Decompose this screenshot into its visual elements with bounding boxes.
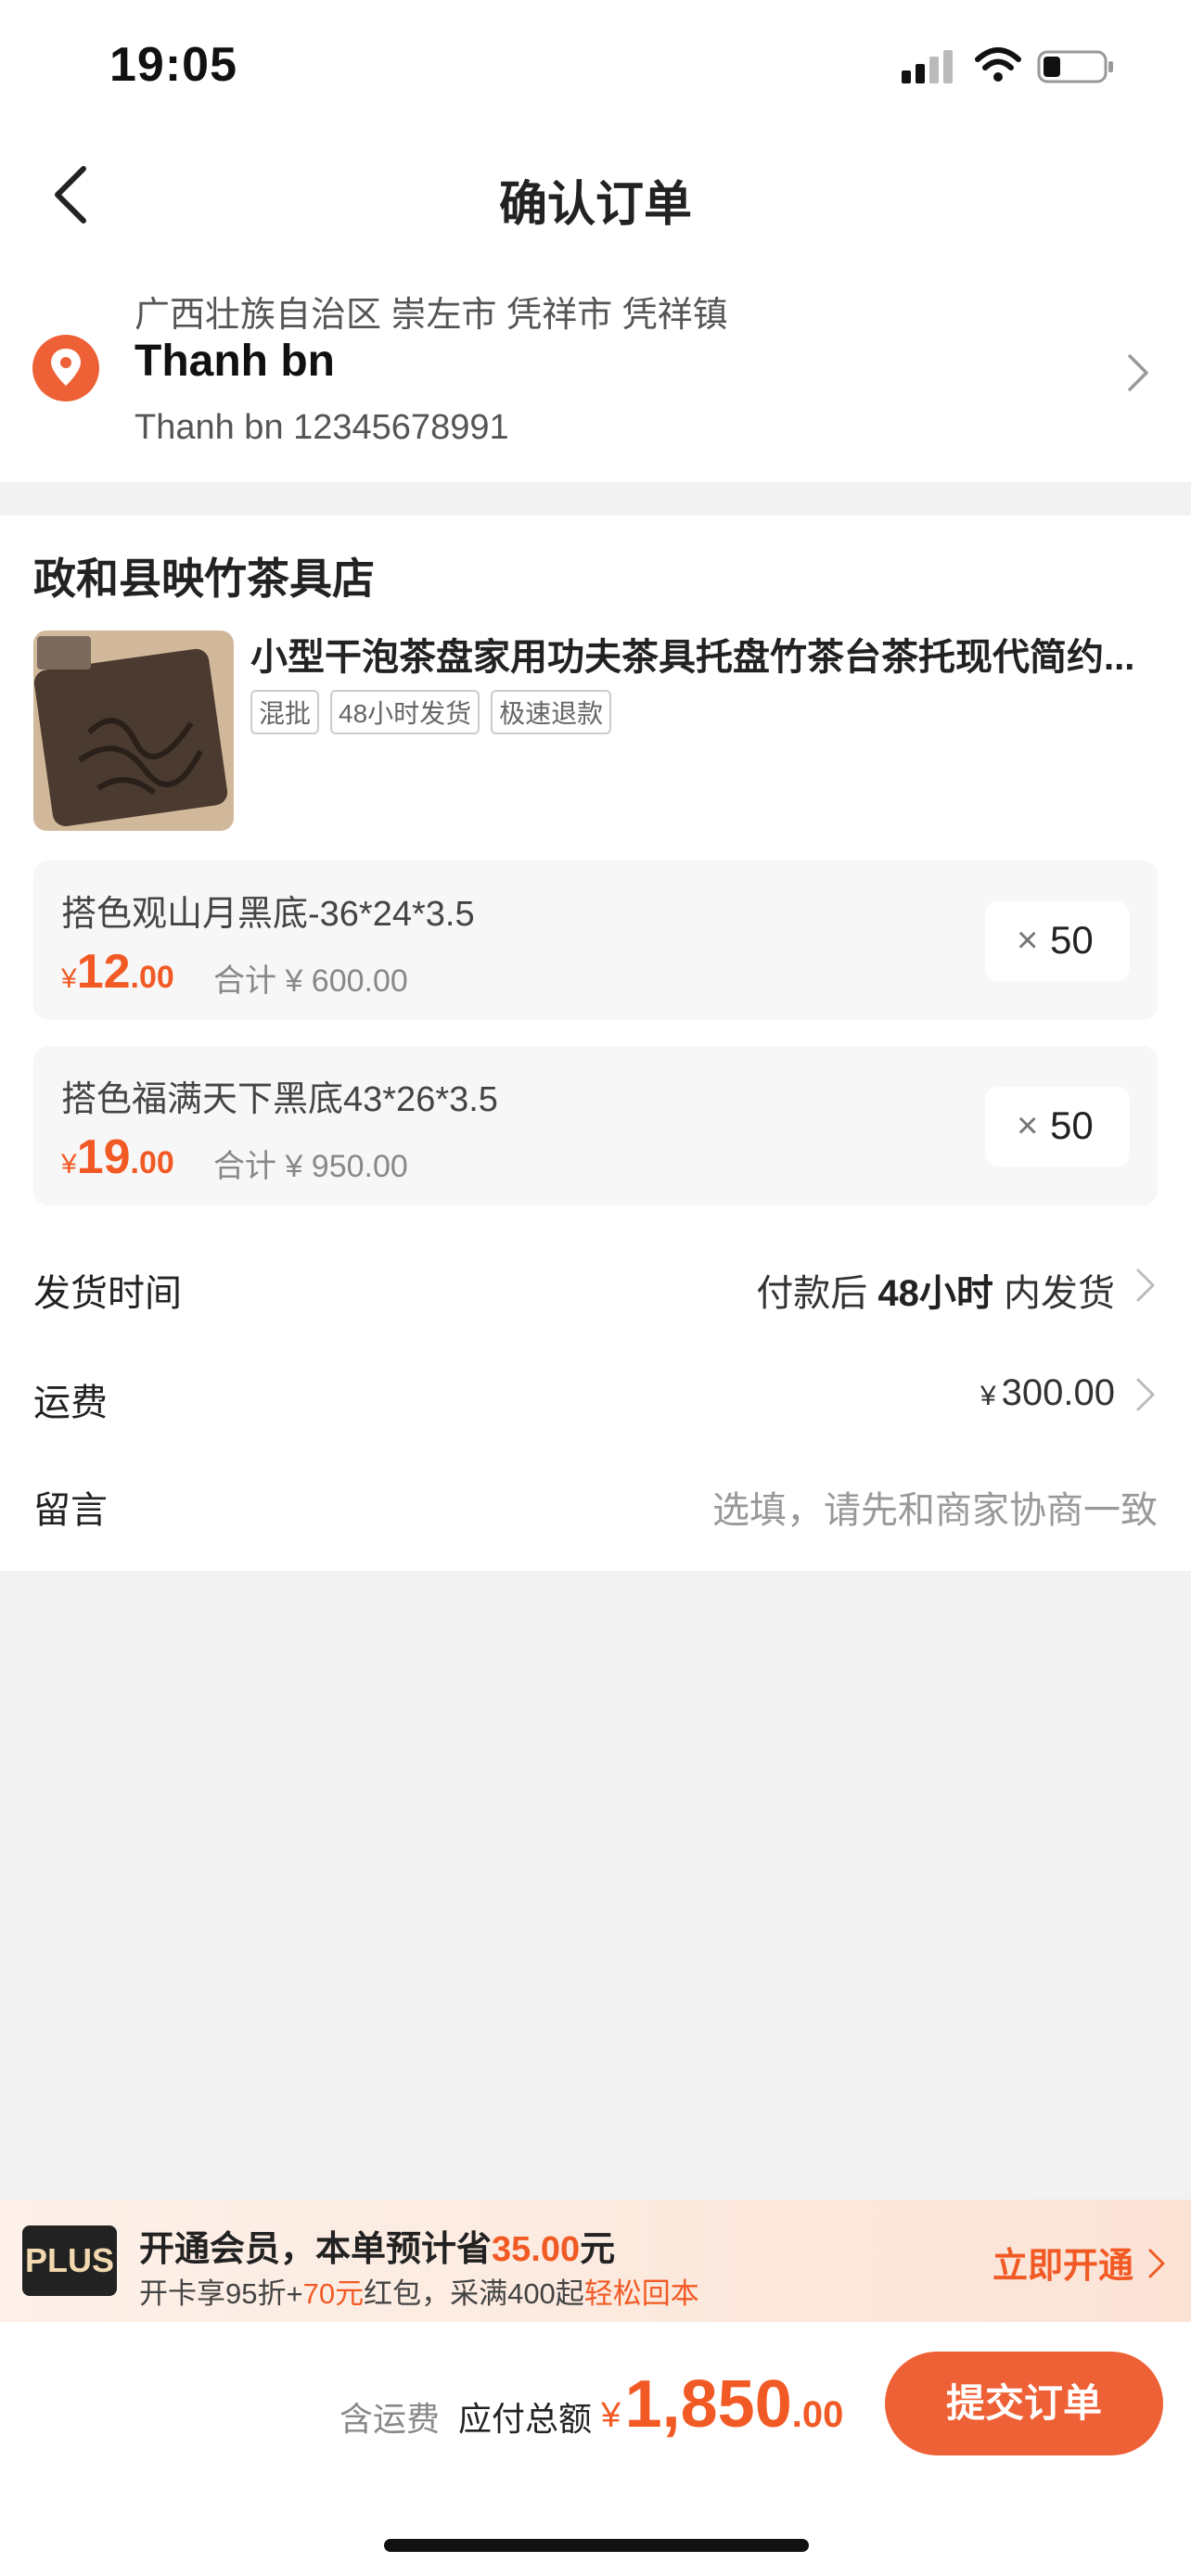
product-thumbnail[interactable] xyxy=(33,631,234,831)
home-indicator[interactable] xyxy=(384,2539,809,2552)
quantity-stepper[interactable]: × 50 xyxy=(985,1087,1130,1167)
multiply-icon: × xyxy=(1017,1105,1039,1146)
plus-savings-text: 开通会员，本单预计省35.00元 xyxy=(139,2230,616,2269)
shipping-fee-value: ¥300.00 xyxy=(980,1372,1115,1413)
delivery-time-value: 付款后 48小时 内发货 xyxy=(756,1273,1115,1314)
store-card: 政和县映竹茶具店 小型干泡茶盘家用功夫茶具托盘竹茶台茶托现代简约... 混批 4… xyxy=(0,516,1191,1571)
chevron-right-icon xyxy=(1136,1378,1155,1411)
shipping-fee-label: 运费 xyxy=(33,1383,108,1423)
store-name[interactable]: 政和县映竹茶具店 xyxy=(33,545,375,606)
product-tags: 混批 48小时发货 极速退款 xyxy=(250,690,612,734)
address-region: 广西壮族自治区 崇左市 凭祥市 凭祥镇 xyxy=(134,296,728,335)
total-label: 应付总额 xyxy=(458,2400,593,2438)
submit-order-button[interactable]: 提交订单 xyxy=(885,2352,1163,2455)
top-section: 19:05 确认订单 广西壮族自治区 崇左市 凭祥市 凭祥镇 Thanh bn … xyxy=(0,0,1191,482)
plus-membership-banner[interactable]: PLUS 开通会员，本单预计省35.00元 开卡享95折+70元红包，采满400… xyxy=(0,2200,1191,2322)
location-pin-icon xyxy=(32,335,99,402)
variant-subtotal: 合计 ¥ 600.00 xyxy=(213,963,408,999)
quantity-value: 50 xyxy=(1050,1103,1094,1147)
checkout-bar: 含运费 应付总额 ¥ 1,850.00 提交订单 xyxy=(0,2322,1191,2576)
page-title: 确认订单 xyxy=(498,178,692,232)
message-input[interactable]: 选填，请先和商家协商一致 xyxy=(712,1480,1158,1534)
plus-benefit-text: 开卡享95折+70元红包，采满400起轻松回本 xyxy=(139,2277,699,2310)
address-card[interactable]: 广西壮族自治区 崇左市 凭祥市 凭祥镇 Thanh bn Thanh bn 12… xyxy=(0,269,1191,464)
plus-activate-link[interactable]: 立即开通 xyxy=(992,2237,1133,2288)
total-amount: ¥ 1,850.00 xyxy=(601,2367,844,2442)
product-tag: 48小时发货 xyxy=(330,690,480,734)
recipient-contact: Thanh bn 12345678991 xyxy=(134,408,509,447)
variant-row: 搭色福满天下黑底43*26*3.5 ¥19.00 合计 ¥ 950.00 × 5… xyxy=(33,1046,1158,1205)
delivery-time-label: 发货时间 xyxy=(33,1273,182,1314)
message-row[interactable]: 留言 选填，请先和商家协商一致 xyxy=(33,1465,1158,1539)
product-tag: 混批 xyxy=(250,690,320,734)
nav-bar: 确认订单 xyxy=(0,139,1191,250)
product-tag: 极速退款 xyxy=(491,690,612,734)
chevron-right-icon xyxy=(1128,354,1148,391)
shipping-included-note: 含运费 xyxy=(339,2400,441,2438)
chevron-right-icon xyxy=(1148,2249,1165,2278)
variant-name: 搭色福满天下黑底43*26*3.5 xyxy=(61,1080,498,1119)
variant-price: ¥19.00 xyxy=(61,1130,174,1184)
variant-row: 搭色观山月黑底-36*24*3.5 ¥12.00 合计 ¥ 600.00 × 5… xyxy=(33,861,1158,1020)
wifi-icon xyxy=(975,47,1021,82)
delivery-time-row[interactable]: 发货时间 付款后 48小时 内发货 xyxy=(33,1248,1158,1322)
battery-icon xyxy=(1037,50,1113,83)
multiply-icon: × xyxy=(1017,920,1039,961)
quantity-stepper[interactable]: × 50 xyxy=(985,901,1130,981)
recipient-name: Thanh bn xyxy=(134,337,335,386)
chevron-right-icon xyxy=(1136,1269,1155,1302)
status-bar: 19:05 xyxy=(0,0,1191,139)
message-label: 留言 xyxy=(33,1490,108,1531)
variant-subtotal: 合计 ¥ 950.00 xyxy=(213,1149,408,1184)
quantity-value: 50 xyxy=(1050,918,1094,962)
variant-price: ¥12.00 xyxy=(61,945,174,999)
cellular-signal-icon xyxy=(902,50,953,83)
variant-name: 搭色观山月黑底-36*24*3.5 xyxy=(61,895,475,934)
plus-logo: PLUS xyxy=(22,2225,117,2296)
product-title[interactable]: 小型干泡茶盘家用功夫茶具托盘竹茶台茶托现代简约... xyxy=(250,627,1141,681)
shipping-fee-row[interactable]: 运费 ¥300.00 xyxy=(33,1358,1158,1432)
status-time: 19:05 xyxy=(109,38,237,92)
